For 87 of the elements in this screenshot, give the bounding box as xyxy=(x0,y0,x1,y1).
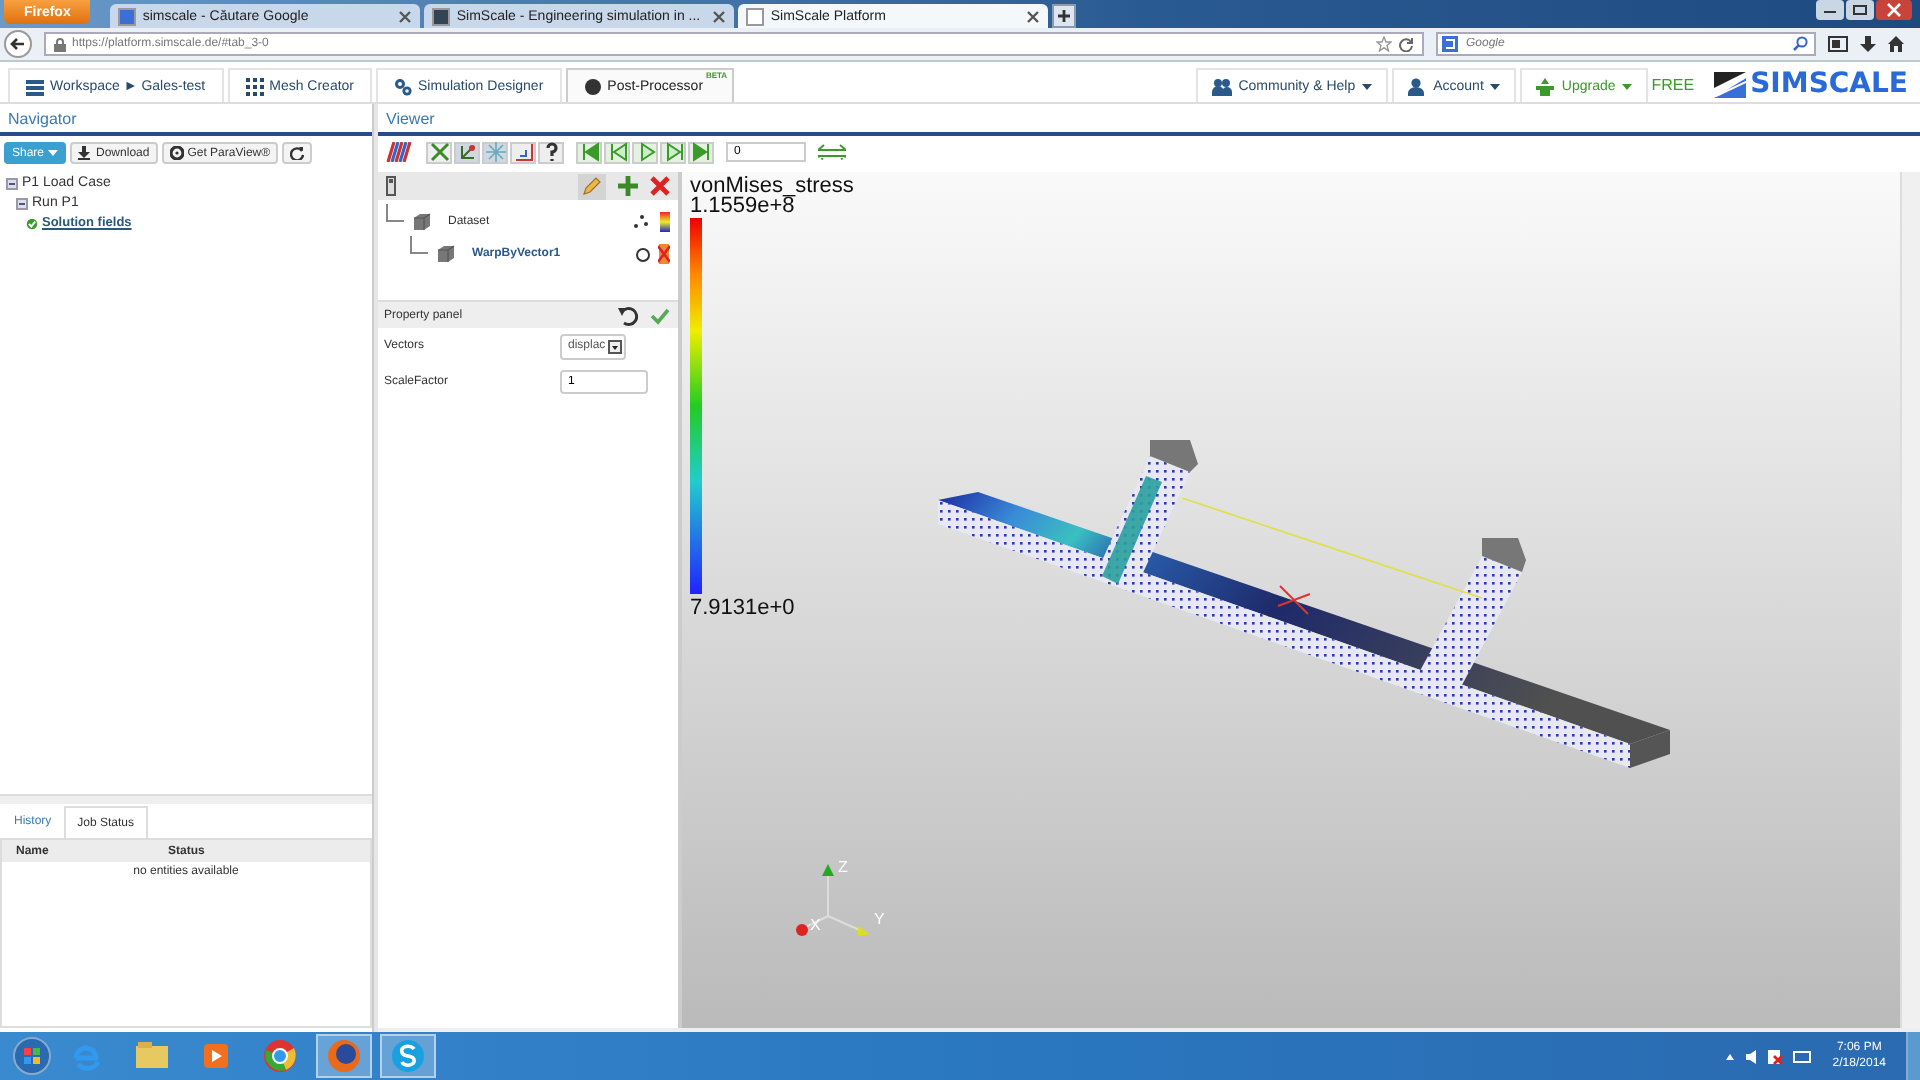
hidden-color-scale-icon[interactable] xyxy=(658,244,670,264)
axis-label: Z xyxy=(838,860,848,876)
scroll-bar[interactable] xyxy=(1900,172,1920,1028)
crosshair-icon xyxy=(1272,582,1316,618)
chrome-icon xyxy=(260,1036,300,1076)
help-icon xyxy=(541,142,561,162)
tool-button[interactable] xyxy=(538,141,564,163)
dropdown-arrow-icon xyxy=(607,339,622,353)
new-tab-icon[interactable] xyxy=(1052,4,1077,28)
tray-icons-drawing xyxy=(1724,1047,1813,1065)
close-icon[interactable] xyxy=(398,9,413,23)
home-icon[interactable] xyxy=(1888,36,1904,52)
corner-icon xyxy=(513,142,533,162)
upgrade-icon xyxy=(1535,77,1556,95)
search-icon xyxy=(1792,36,1808,52)
page-icon xyxy=(118,7,137,25)
swap-arrows-icon[interactable] xyxy=(818,144,846,160)
logo-mark-icon xyxy=(1714,71,1747,97)
collapse-icon[interactable] xyxy=(6,177,18,189)
chat-s-icon xyxy=(388,1036,428,1076)
edit-button[interactable] xyxy=(578,173,606,199)
play-icon xyxy=(635,142,655,162)
next-frame-icon xyxy=(663,142,683,162)
color-scale-icon[interactable] xyxy=(660,212,670,232)
playback-button[interactable] xyxy=(660,141,686,163)
logo-text: SIMSCALE xyxy=(1750,70,1908,98)
page-icon xyxy=(746,7,765,25)
caret-icon xyxy=(48,150,59,156)
add-icon[interactable] xyxy=(618,176,638,196)
close-icon[interactable] xyxy=(712,9,727,23)
panel-title: Navigator xyxy=(8,109,77,127)
plan-label: FREE xyxy=(1651,75,1695,93)
lock-icon xyxy=(54,37,66,51)
caret-icon xyxy=(1489,83,1500,89)
user-icon xyxy=(1407,77,1428,95)
cross-arrows-icon xyxy=(429,142,449,162)
bookmarks-icon[interactable] xyxy=(1828,36,1848,52)
panel-title: Viewer xyxy=(386,109,435,127)
collapse-icon[interactable] xyxy=(16,197,28,209)
close-icon[interactable] xyxy=(1026,9,1041,23)
taskbar-app[interactable] xyxy=(316,1034,372,1078)
cube-icon xyxy=(436,244,456,264)
pencil-icon xyxy=(582,176,602,196)
reload-icon[interactable] xyxy=(1398,36,1414,52)
legend-title: vonMises_stress xyxy=(690,176,854,196)
tool-button[interactable] xyxy=(454,141,480,163)
tool-button[interactable] xyxy=(510,141,536,163)
refresh-icon xyxy=(290,146,305,160)
legend-min: 7.9131e+0 xyxy=(690,598,797,618)
axes-icon xyxy=(457,142,477,162)
grid-icon xyxy=(245,77,264,95)
star-burst-icon xyxy=(485,142,505,162)
caret-icon xyxy=(1621,83,1632,89)
window-controls-drawing xyxy=(1816,0,1912,20)
cube-icon xyxy=(412,212,432,232)
download-icon xyxy=(78,146,93,160)
list-icon xyxy=(26,77,44,95)
3d-viewport[interactable]: vonMises_stress 1.1559e+8 7.9131e+0 X Y Z xyxy=(682,172,1900,1028)
cog-icon xyxy=(169,146,184,160)
delete-icon[interactable] xyxy=(650,176,670,196)
playback-button[interactable] xyxy=(604,141,630,163)
check-circle-icon xyxy=(26,217,38,229)
dot-icon xyxy=(583,77,602,95)
taskbar-app[interactable] xyxy=(380,1034,436,1078)
apply-check-icon[interactable] xyxy=(650,305,670,325)
last-frame-icon xyxy=(691,142,711,162)
playback-button[interactable] xyxy=(688,141,714,163)
axis-label: X xyxy=(810,918,821,934)
circle-icon[interactable] xyxy=(636,247,650,261)
star-icon[interactable] xyxy=(1376,36,1392,52)
gears-icon xyxy=(394,77,413,95)
axis-label: Y xyxy=(874,912,885,928)
page-icon xyxy=(432,7,451,25)
start-button-icon[interactable] xyxy=(12,1036,52,1076)
undo-icon[interactable] xyxy=(618,305,638,325)
paraview-logo-icon xyxy=(386,142,414,162)
points-icon[interactable] xyxy=(634,214,652,230)
previous-frame-icon xyxy=(607,142,627,162)
caret-icon xyxy=(1361,83,1372,89)
playback-button[interactable] xyxy=(632,141,658,163)
legend-max: 1.1559e+8 xyxy=(690,196,795,216)
first-frame-icon xyxy=(579,142,599,162)
people-icon xyxy=(1212,77,1233,95)
fox-globe-icon xyxy=(324,1036,364,1076)
playback-button[interactable] xyxy=(576,141,602,163)
refresh-button[interactable] xyxy=(282,142,313,164)
download-icon[interactable] xyxy=(1860,36,1876,52)
